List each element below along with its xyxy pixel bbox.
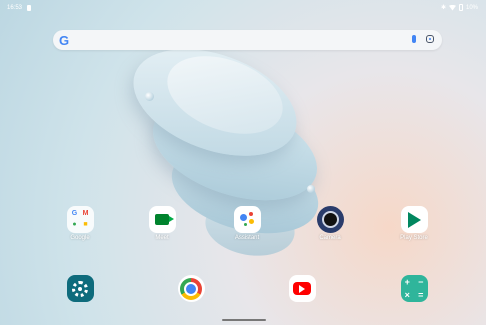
app-label: Google [70,235,90,241]
settings-icon [66,275,94,302]
gesture-nav-bar[interactable] [222,319,266,321]
wallpaper-bead [145,92,154,101]
google-logo-icon: G [59,33,70,48]
bluetooth-icon: ✱ [440,5,446,11]
app-label: Play Store [400,235,428,241]
dock-settings[interactable] [50,275,110,302]
app-label: Assistant [234,235,260,241]
calculator-icon: + − × = [400,275,428,302]
search-bar[interactable]: G [53,30,442,50]
battery-icon [458,4,463,11]
dock-calculator[interactable]: + − × = [384,275,444,302]
chrome-icon [177,275,205,302]
battery-percent: 10% [465,4,478,11]
app-label: Camera [319,235,341,241]
camera-icon [316,206,344,233]
dock-chrome[interactable] [161,275,221,302]
wallpaper-bead [307,185,315,193]
assistant-icon [233,206,261,233]
home-screen: 16:53 ✱ 10% G GM ● ■ Google Meet Assista… [0,0,486,325]
wifi-icon [448,4,456,11]
status-bar: 16:53 ✱ 10% [0,0,486,16]
status-time: 16:53 [7,5,23,11]
mic-icon[interactable] [412,35,416,43]
sim-icon [27,5,31,11]
app-assistant[interactable]: Assistant [217,206,277,241]
app-google-folder[interactable]: GM ● ■ Google [50,206,110,241]
youtube-icon [288,275,316,302]
play-store-icon [400,206,428,233]
app-play-store[interactable]: Play Store [384,206,444,241]
app-camera[interactable]: Camera [300,206,360,241]
meet-icon [148,206,176,233]
status-right: ✱ 10% [441,4,478,11]
app-meet[interactable]: Meet [132,206,192,241]
lens-icon[interactable] [426,35,434,43]
google-folder-icon: GM ● ■ [66,206,94,233]
dock-youtube[interactable] [272,275,332,302]
app-label: Meet [155,235,169,241]
